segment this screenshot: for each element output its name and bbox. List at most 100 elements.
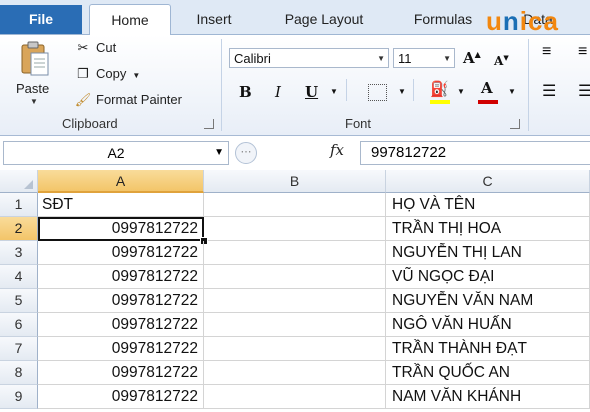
grow-font-label: A <box>463 49 475 67</box>
align-left-icon[interactable]: ☰ <box>542 81 556 101</box>
table-row: 1 SĐT HỌ VÀ TÊN <box>0 193 590 217</box>
row-header[interactable]: 8 <box>0 361 38 385</box>
cell-c5[interactable]: NGUYỄN VĂN NAM <box>386 289 590 313</box>
formula-bar: A2 ▼ ⋯ fx 997812722 <box>0 139 590 167</box>
row-header[interactable]: 9 <box>0 385 38 409</box>
table-row: 6 0997812722 NGÔ VĂN HUẤN <box>0 313 590 337</box>
table-row: 3 0997812722 NGUYỄN THỊ LAN <box>0 241 590 265</box>
clipboard-group-label: Clipboard <box>62 116 118 131</box>
font-color-bar <box>478 100 498 104</box>
underline-button[interactable]: U <box>305 83 318 101</box>
align-center-icon[interactable]: ☰ <box>578 81 590 101</box>
cell-c7[interactable]: TRẦN THÀNH ĐẠT <box>386 337 590 361</box>
cell-b6[interactable] <box>204 313 386 337</box>
cell-b9[interactable] <box>204 385 386 409</box>
font-group-label: Font <box>345 116 372 131</box>
paste-icon[interactable] <box>20 41 50 77</box>
chevron-down-icon[interactable]: ▼ <box>214 142 224 164</box>
row-header[interactable]: 4 <box>0 265 38 289</box>
italic-button[interactable]: I <box>275 83 281 101</box>
shrink-font-label: A <box>494 54 504 68</box>
align-top-icon[interactable]: ≡ <box>542 43 551 61</box>
formula-input[interactable]: 997812722 <box>360 141 590 165</box>
table-row: 5 0997812722 NGUYỄN VĂN NAM <box>0 289 590 313</box>
column-header-a[interactable]: A <box>38 170 204 193</box>
row-header[interactable]: 2 <box>0 217 38 241</box>
chevron-down-icon: ▼ <box>443 54 451 63</box>
separator <box>346 79 347 101</box>
unica-logo: unica <box>486 6 559 37</box>
copy-dropdown-icon[interactable]: ▼ <box>132 71 140 80</box>
font-color-dropdown-icon[interactable]: ▼ <box>508 87 516 96</box>
table-row: 8 0997812722 TRẦN QUỐC AN <box>0 361 590 385</box>
font-color-button[interactable]: A <box>481 79 493 97</box>
table-row: 4 0997812722 VŨ NGỌC ĐẠI <box>0 265 590 289</box>
cell-a5[interactable]: 0997812722 <box>38 289 204 313</box>
borders-icon[interactable] <box>368 84 387 101</box>
cell-a2-selected[interactable]: 0997812722 <box>38 217 204 241</box>
copy-label: Copy <box>96 66 127 81</box>
cell-a3[interactable]: 0997812722 <box>38 241 204 265</box>
cell-b7[interactable] <box>204 337 386 361</box>
grow-font-button[interactable]: A▲ <box>463 49 481 67</box>
cell-b3[interactable] <box>204 241 386 265</box>
column-header-c[interactable]: C <box>386 170 590 193</box>
cell-c3[interactable]: NGUYỄN THỊ LAN <box>386 241 590 265</box>
logo-part-1: u <box>486 6 503 36</box>
tab-page-layout[interactable]: Page Layout <box>276 6 372 32</box>
cell-b8[interactable] <box>204 361 386 385</box>
tab-insert[interactable]: Insert <box>190 6 238 32</box>
copy-button[interactable]: ❐ Copy ▼ <box>74 64 140 84</box>
column-header-b[interactable]: B <box>204 170 386 193</box>
row-header[interactable]: 6 <box>0 313 38 337</box>
shrink-font-button[interactable]: A▼ <box>494 53 509 68</box>
align-middle-icon[interactable]: ≡ <box>578 43 587 61</box>
cell-c1[interactable]: HỌ VÀ TÊN <box>386 193 590 217</box>
underline-dropdown-icon[interactable]: ▼ <box>330 87 338 96</box>
ribbon-tab-bar: File Home Insert Page Layout Formulas Da… <box>0 0 590 37</box>
cell-b1[interactable] <box>204 193 386 217</box>
cell-a1[interactable]: SĐT <box>38 193 204 217</box>
row-header[interactable]: 7 <box>0 337 38 361</box>
cell-a7[interactable]: 0997812722 <box>38 337 204 361</box>
select-all-corner[interactable] <box>0 170 38 193</box>
table-row: 9 0997812722 NAM VĂN KHÁNH <box>0 385 590 409</box>
name-box[interactable]: A2 ▼ <box>3 141 229 165</box>
format-painter-button[interactable]: 🖌 Format Painter <box>74 90 182 110</box>
table-row: 7 0997812722 TRẦN THÀNH ĐẠT <box>0 337 590 361</box>
cell-c2[interactable]: TRẦN THỊ HOA <box>386 217 590 241</box>
cell-a8[interactable]: 0997812722 <box>38 361 204 385</box>
cell-a9[interactable]: 0997812722 <box>38 385 204 409</box>
borders-dropdown-icon[interactable]: ▼ <box>398 87 406 96</box>
clipboard-launcher-icon[interactable] <box>204 119 214 129</box>
row-header[interactable]: 5 <box>0 289 38 313</box>
fill-color-icon[interactable]: ⛽ <box>430 80 449 98</box>
cell-c4[interactable]: VŨ NGỌC ĐẠI <box>386 265 590 289</box>
cell-b5[interactable] <box>204 289 386 313</box>
cell-b2[interactable] <box>204 217 386 241</box>
cut-label: Cut <box>96 40 117 55</box>
tab-file[interactable]: File <box>0 5 82 34</box>
cell-c9[interactable]: NAM VĂN KHÁNH <box>386 385 590 409</box>
cell-a6[interactable]: 0997812722 <box>38 313 204 337</box>
tab-formulas[interactable]: Formulas <box>408 6 478 32</box>
ribbon-home: Paste ▼ ✂ Cut ❐ Copy ▼ 🖌 Format Painter Clip… <box>0 35 590 136</box>
formula-bar-expand-icon[interactable]: ⋯ <box>235 142 257 164</box>
cell-c6[interactable]: NGÔ VĂN HUẤN <box>386 313 590 337</box>
font-launcher-icon[interactable] <box>510 119 520 129</box>
insert-function-button[interactable]: fx <box>330 141 344 159</box>
cut-button[interactable]: ✂ Cut <box>74 38 117 58</box>
paste-dropdown-icon[interactable]: ▼ <box>30 97 38 106</box>
fill-color-dropdown-icon[interactable]: ▼ <box>457 87 465 96</box>
paste-button[interactable]: Paste <box>16 81 49 96</box>
font-name-select[interactable]: Calibri ▼ <box>229 48 389 68</box>
cell-c8[interactable]: TRẦN QUỐC AN <box>386 361 590 385</box>
row-header[interactable]: 1 <box>0 193 38 217</box>
cell-b4[interactable] <box>204 265 386 289</box>
font-size-select[interactable]: 11 ▼ <box>393 48 455 68</box>
row-header[interactable]: 3 <box>0 241 38 265</box>
bold-button[interactable]: B <box>239 83 252 101</box>
cell-a4[interactable]: 0997812722 <box>38 265 204 289</box>
separator <box>413 79 414 101</box>
tab-home[interactable]: Home <box>89 4 171 36</box>
